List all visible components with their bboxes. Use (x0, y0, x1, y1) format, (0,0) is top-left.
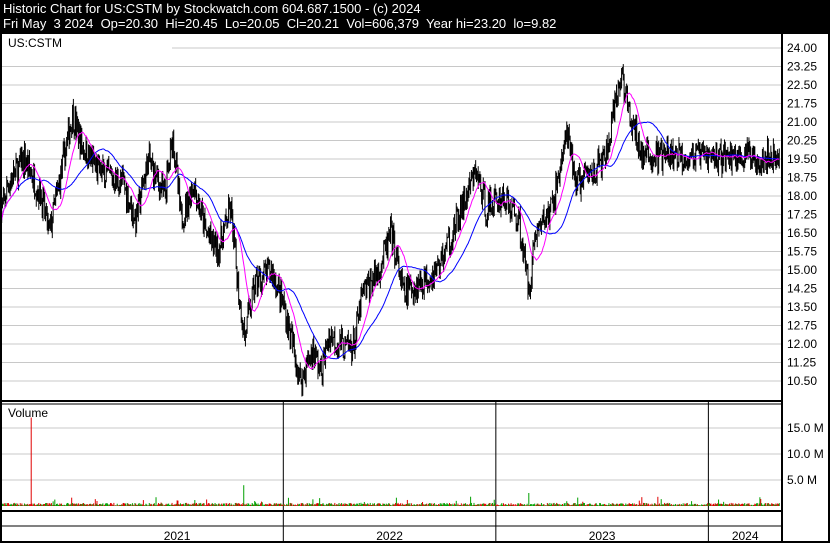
year-label: 2023 (589, 529, 616, 543)
price-tick-label: 21.75 (787, 97, 817, 111)
volume-label: Volume (8, 406, 48, 420)
stock-chart: US:CSTM Volume 24.00 23.25 22.50 21.75 21.00… (0, 32, 830, 543)
symbol-label: US:CSTM (8, 36, 62, 50)
price-tick-label: 22.50 (787, 78, 817, 92)
price-tick-label: 12.00 (787, 337, 817, 351)
year-label: 2022 (376, 529, 403, 543)
volume-tick-label: 15.0 M (787, 421, 824, 435)
price-tick-label: 12.75 (787, 319, 817, 333)
price-tick-label: 18.75 (787, 171, 817, 185)
price-tick-label: 16.50 (787, 226, 817, 240)
price-tick-label: 13.50 (787, 300, 817, 314)
price-tick-label: 15.75 (787, 245, 817, 259)
year-label: 2021 (164, 529, 191, 543)
price-tick-label: 17.25 (787, 208, 817, 222)
price-tick-label: 14.25 (787, 282, 817, 296)
price-tick-label: 11.25 (787, 356, 816, 370)
price-tick-label: 15.00 (787, 263, 817, 277)
year-label: 2024 (732, 529, 759, 543)
price-tick-label: 20.25 (787, 134, 817, 148)
volume-tick-label: 10.0 M (787, 447, 824, 461)
volume-tick-label: 5.0 M (787, 473, 817, 487)
price-tick-label: 21.00 (787, 115, 817, 129)
price-tick-label: 23.25 (787, 60, 817, 74)
price-tick-label: 19.50 (787, 152, 817, 166)
price-tick-label: 24.00 (787, 41, 817, 55)
price-tick-label: 18.00 (787, 189, 817, 203)
price-tick-label: 10.50 (787, 374, 817, 388)
